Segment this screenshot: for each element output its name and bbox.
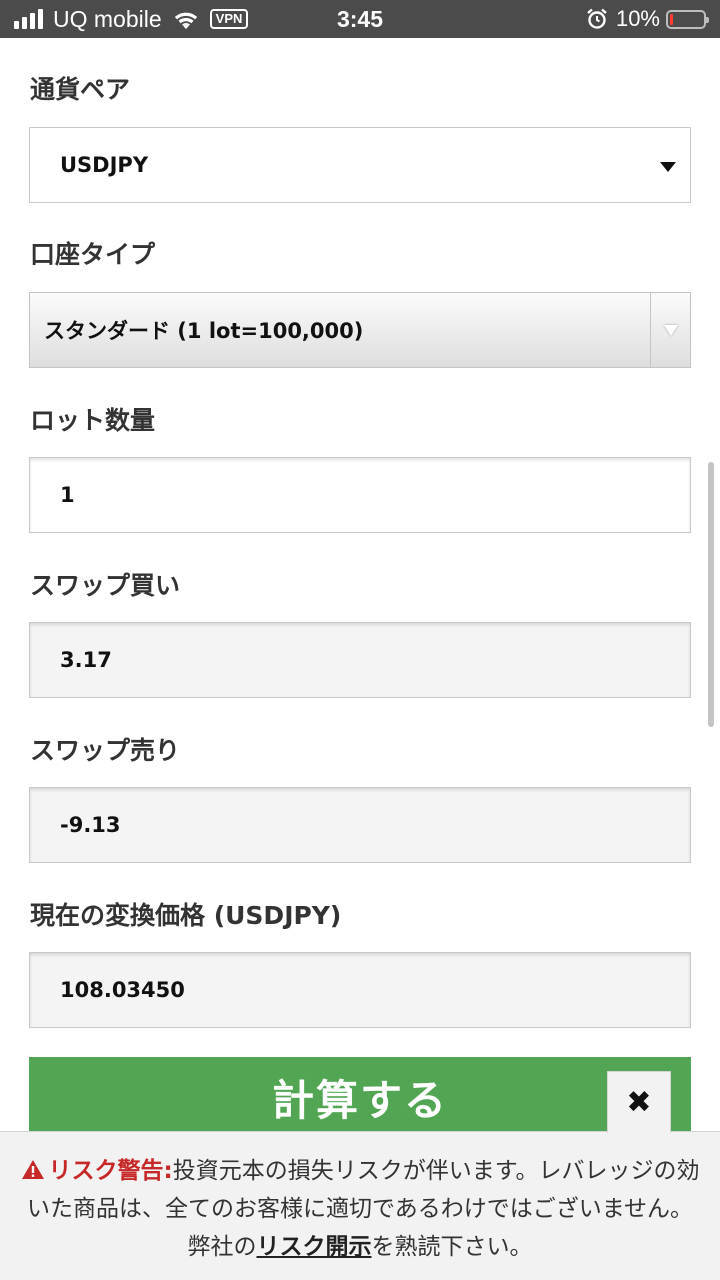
wifi-icon: [174, 12, 197, 29]
currency-pair-label: 通貨ペア: [30, 75, 131, 104]
account-type-value: スタンダード (1 lot=100,000): [44, 319, 364, 343]
battery-icon: [666, 9, 709, 29]
swap-sell-label: スワップ売り: [30, 736, 181, 765]
risk-disclosure-link[interactable]: リスク開示: [257, 1234, 372, 1260]
swap-buy-field[interactable]: 3.17: [29, 622, 691, 698]
select-arrow-button[interactable]: [650, 293, 690, 367]
signal-icon: [14, 9, 43, 29]
lot-quantity-value: 1: [60, 483, 75, 507]
alarm-icon: [587, 8, 607, 29]
carrier-name: UQ mobile: [53, 5, 162, 32]
risk-warning-banner: リスク警告:投資元本の損失リスクが伴います。レバレッジの効いた商品は、全てのお客…: [0, 1131, 720, 1280]
currency-pair-select[interactable]: USDJPY: [29, 127, 691, 203]
scrollbar[interactable]: [708, 462, 714, 727]
chevron-down-icon: [660, 162, 676, 172]
close-icon: ✖: [626, 1085, 652, 1120]
swap-buy-label: スワップ買い: [30, 571, 181, 600]
vpn-badge: VPN: [209, 9, 249, 29]
account-type-select[interactable]: スタンダード (1 lot=100,000): [29, 292, 691, 368]
conversion-rate-value: 108.03450: [60, 978, 185, 1002]
conversion-rate-label: 現在の変換価格 (USDJPY): [30, 901, 342, 930]
risk-warning-title: リスク警告:: [48, 1158, 173, 1184]
warning-icon: [21, 1160, 44, 1179]
risk-warning-text-end: を熟読下さい。: [371, 1234, 533, 1260]
conversion-rate-field[interactable]: 108.03450: [29, 952, 691, 1028]
close-banner-button[interactable]: ✖: [607, 1071, 671, 1133]
calculate-button[interactable]: 計算する: [29, 1057, 691, 1137]
lot-quantity-label: ロット数量: [30, 406, 156, 435]
account-type-label: 口座タイプ: [30, 240, 156, 269]
swap-sell-value: -9.13: [60, 813, 121, 837]
lot-quantity-input[interactable]: 1: [29, 457, 691, 533]
chevron-down-icon: [663, 324, 678, 336]
status-bar: UQ mobile VPN 3:45 10%: [0, 0, 720, 38]
swap-sell-field[interactable]: -9.13: [29, 787, 691, 863]
currency-pair-value: USDJPY: [60, 153, 149, 177]
swap-buy-value: 3.17: [60, 648, 112, 672]
battery-percentage: 10%: [615, 6, 660, 31]
